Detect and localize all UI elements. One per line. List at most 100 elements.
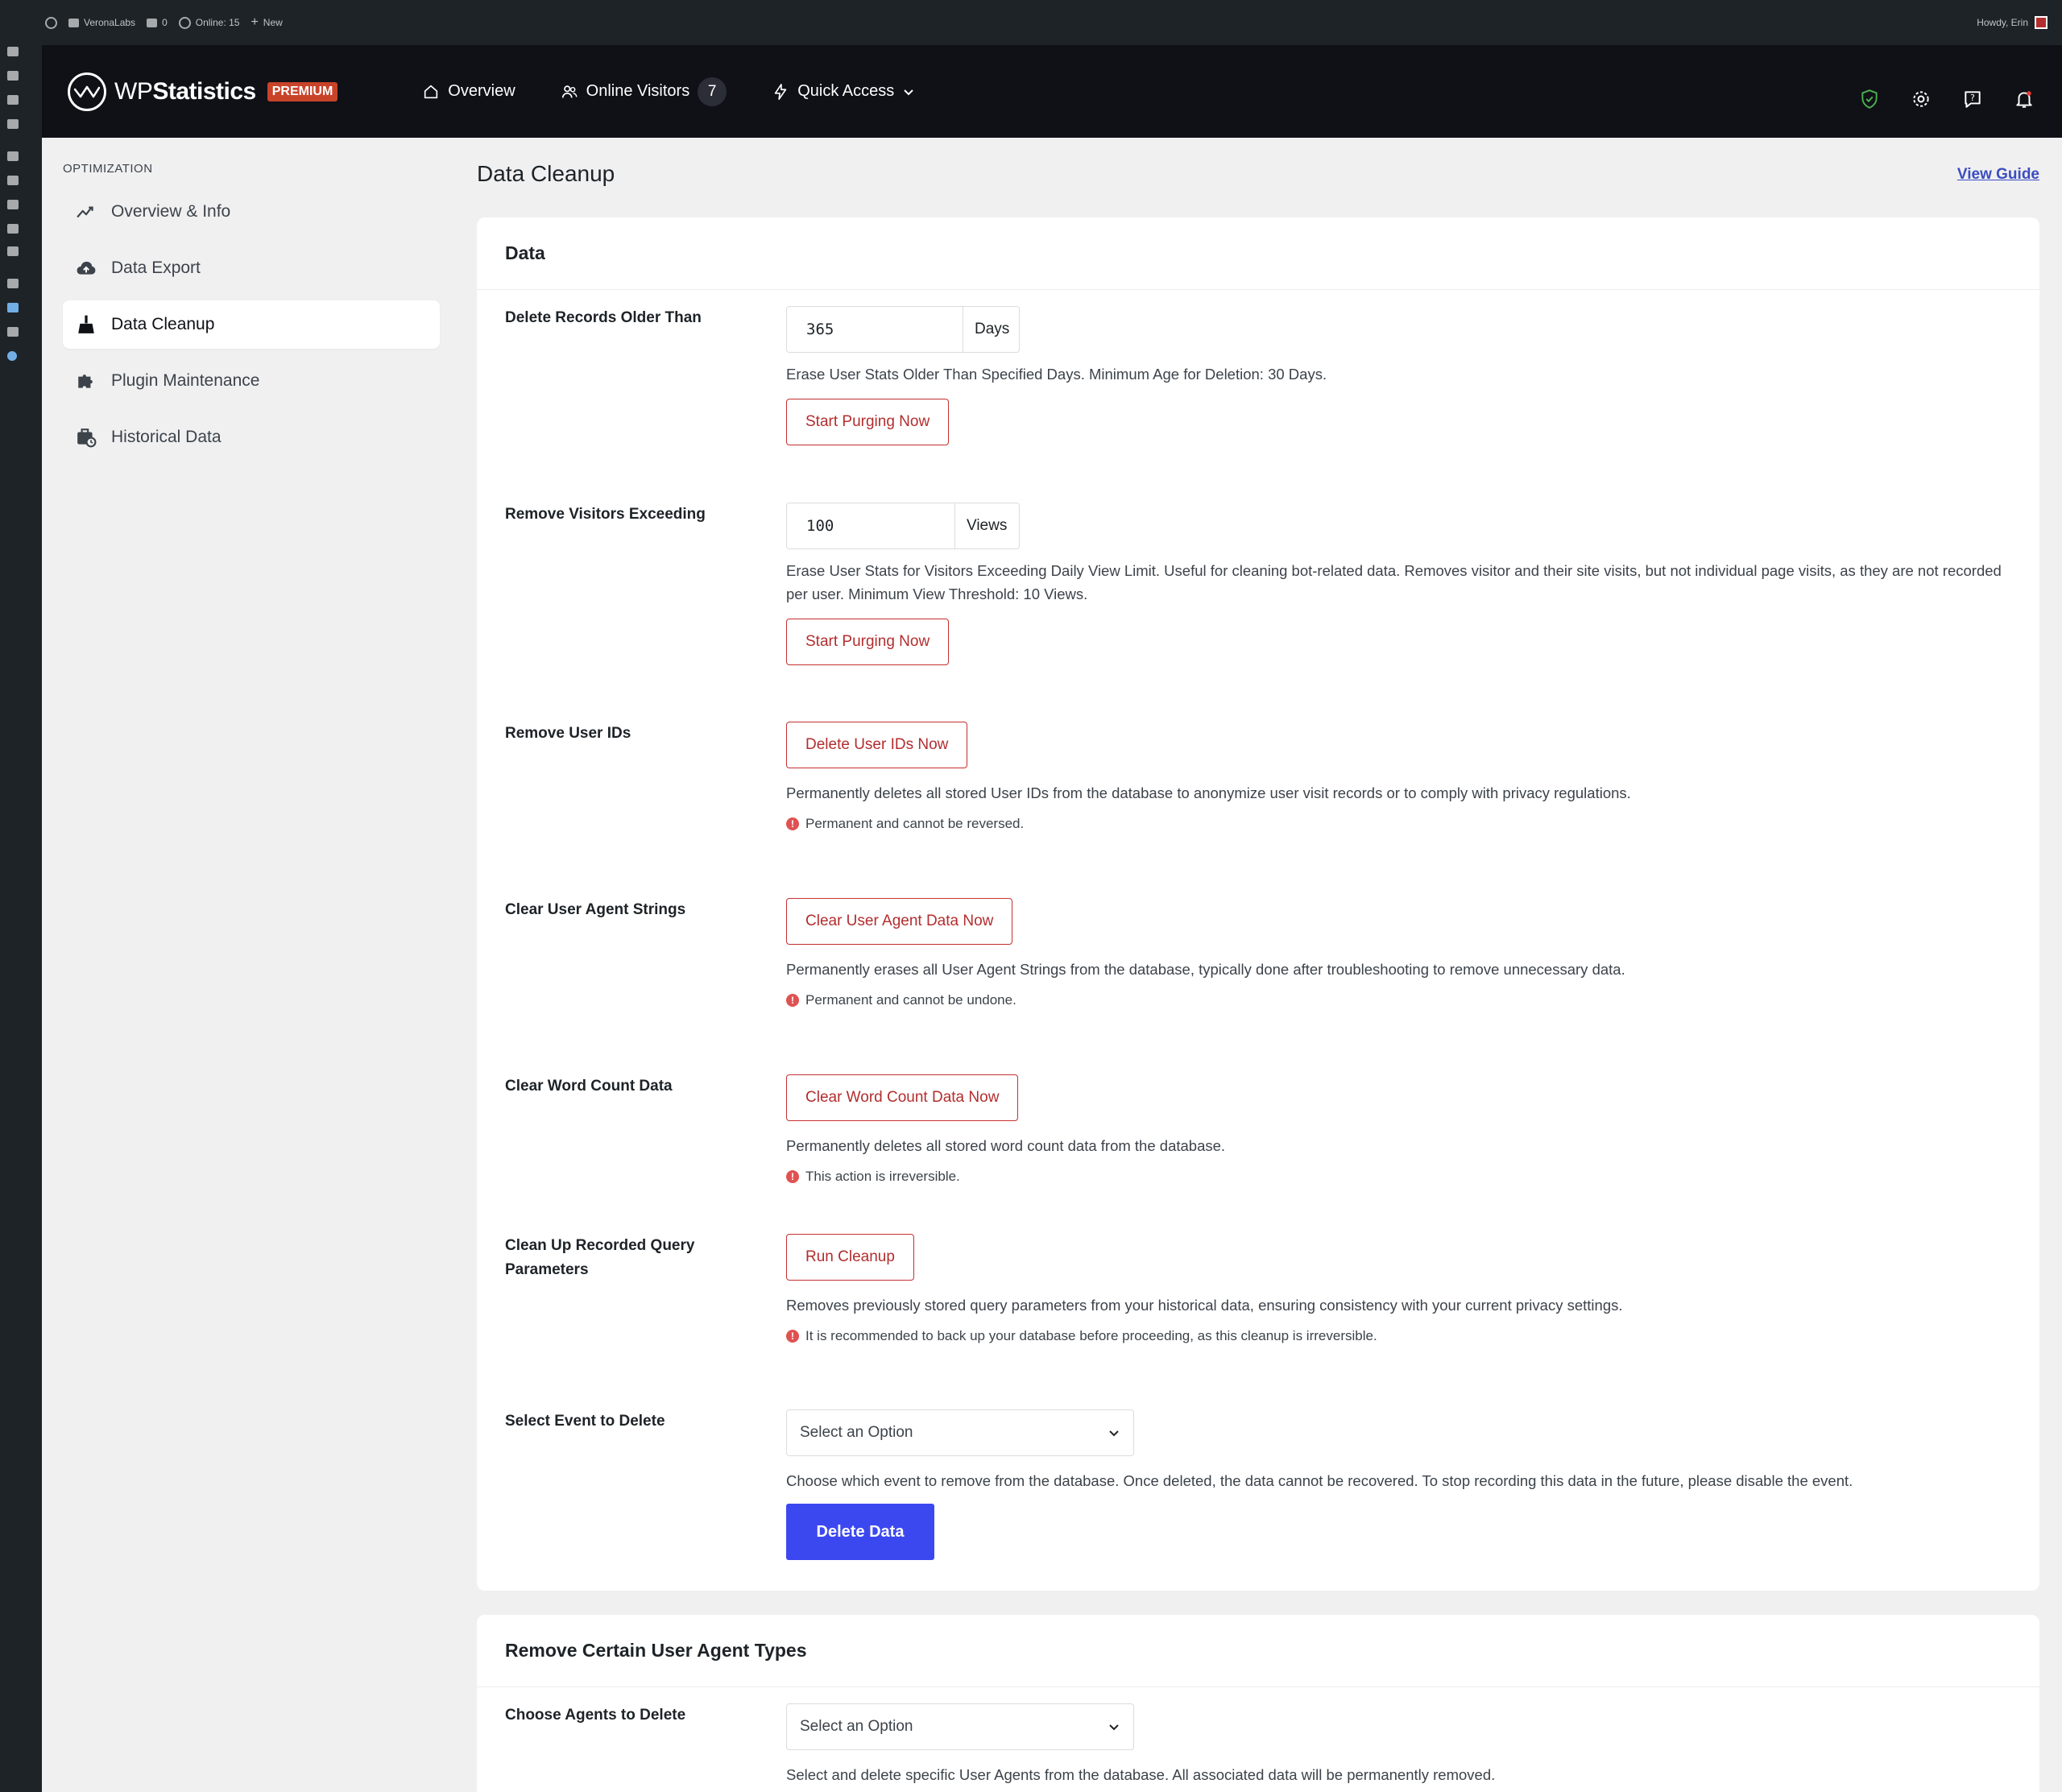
briefcase-clock-icon: [77, 428, 97, 448]
event-select[interactable]: Select an Option: [786, 1409, 1134, 1456]
chevron-down-icon: [1109, 1430, 1119, 1437]
remove-visitors-description: Erase User Stats for Visitors Exceeding …: [786, 562, 2002, 602]
remove-user-ids-warning: ! Permanent and cannot be reversed.: [786, 816, 2011, 832]
trend-icon: [77, 206, 93, 218]
agents-select[interactable]: Select an Option: [786, 1703, 1134, 1750]
broom-icon: [78, 315, 94, 333]
sidebar-item-plugin-maintenance[interactable]: Plugin Maintenance: [63, 357, 440, 405]
clear-user-agent-description: Permanently erases all User Agent String…: [786, 961, 1625, 978]
clear-user-agent-button[interactable]: Clear User Agent Data Now: [786, 898, 1013, 945]
gear-icon[interactable]: [1911, 89, 1932, 110]
alert-icon: !: [786, 1170, 799, 1183]
page-title: Data Cleanup: [477, 161, 615, 186]
users-icon[interactable]: [7, 200, 19, 209]
home-icon: [424, 85, 438, 98]
sidebar-item-overview-info[interactable]: Overview & Info: [63, 188, 440, 236]
run-cleanup-button[interactable]: Run Cleanup: [786, 1234, 914, 1281]
nav-quick-access[interactable]: Quick Access: [772, 82, 915, 101]
online-count-badge: 7: [698, 77, 727, 106]
nav-overview[interactable]: Overview: [422, 82, 516, 101]
account-item[interactable]: Howdy, Erin: [1977, 0, 2048, 45]
chevron-down-icon: [904, 89, 913, 95]
cloud-upload-icon: [77, 261, 96, 275]
days-input-group: Days: [786, 306, 1020, 353]
select-event-body: Select an Option Choose which event to r…: [786, 1409, 2011, 1560]
views-input-group: Views: [786, 503, 1020, 549]
alert-icon: !: [786, 994, 799, 1007]
query-params-description: Removes previously stored query paramete…: [786, 1297, 1623, 1314]
views-suffix: Views: [954, 503, 1018, 548]
header-icons: ?: [1859, 45, 2035, 138]
start-purging-views-button[interactable]: Start Purging Now: [786, 619, 950, 665]
agents-card: Remove Certain User Agent Types Choose A…: [477, 1615, 2039, 1792]
posts-icon[interactable]: [7, 47, 19, 56]
choose-agents-label: Choose Agents to Delete: [505, 1707, 686, 1724]
alert-icon: !: [786, 1330, 799, 1343]
delete-user-ids-button[interactable]: Delete User IDs Now: [786, 722, 968, 768]
pages-icon[interactable]: [7, 95, 19, 105]
remove-user-ids-description: Permanently deletes all stored User IDs …: [786, 784, 1631, 801]
statistics-menu-icon[interactable]: [7, 303, 19, 312]
new-item[interactable]: + New: [251, 15, 282, 30]
alert-icon: !: [786, 817, 799, 830]
optimization-sidebar: OPTIMIZATION Overview & Info Data Export…: [42, 138, 461, 1792]
select-event-label: Select Event to Delete: [505, 1413, 665, 1430]
media-icon[interactable]: [7, 71, 19, 81]
sidebar-item-data-export[interactable]: Data Export: [63, 244, 440, 292]
sidebar-item-historical-data[interactable]: Historical Data: [63, 413, 440, 461]
clear-word-count-description: Permanently deletes all stored word coun…: [786, 1137, 1226, 1154]
help-icon[interactable]: ?: [1962, 89, 1983, 110]
data-card-title: Data: [477, 217, 2039, 290]
clear-word-count-body: Clear Word Count Data Now Permanently de…: [786, 1074, 2011, 1185]
stats-icon: [178, 16, 191, 29]
tools-icon[interactable]: [7, 224, 19, 234]
choose-agents-body: Select an Option Select and delete speci…: [786, 1703, 2011, 1786]
site-name-item[interactable]: VeronaLabs: [68, 17, 135, 28]
bell-icon[interactable]: [2014, 89, 2035, 110]
plugins-icon[interactable]: [7, 176, 19, 185]
days-input[interactable]: [787, 307, 963, 352]
clear-word-count-warning: ! This action is irreversible.: [786, 1169, 2011, 1185]
clear-user-agent-warning: ! Permanent and cannot be undone.: [786, 992, 2011, 1008]
sidebar-item-data-cleanup[interactable]: Data Cleanup: [63, 300, 440, 349]
analytics-icon[interactable]: [7, 327, 19, 337]
plugin-circle-icon[interactable]: [7, 351, 17, 361]
wp-logo-item[interactable]: [45, 16, 57, 29]
wp-admin-bar: VeronaLabs 0 Online: 15 + New Howdy, Erin: [0, 0, 2062, 45]
appearance-icon[interactable]: [7, 151, 19, 161]
wp-admin-menu: [0, 0, 42, 1792]
delete-older-label: Delete Records Older Than: [505, 309, 702, 326]
comments-item[interactable]: 0: [147, 17, 168, 28]
clear-word-count-label: Clear Word Count Data: [505, 1078, 673, 1095]
query-params-body: Run Cleanup Removes previously stored qu…: [786, 1234, 2011, 1344]
brand-logo[interactable]: WPStatistics PREMIUM: [68, 72, 338, 111]
query-params-warning: ! It is recommended to back up your datab…: [786, 1328, 2011, 1344]
shield-check-icon[interactable]: [1859, 89, 1880, 110]
remove-visitors-label: Remove Visitors Exceeding: [505, 506, 706, 523]
brand-name: WPStatistics: [114, 77, 256, 105]
avatar: [2035, 16, 2048, 29]
puzzle-icon: [78, 375, 93, 388]
remove-user-ids-label: Remove User IDs: [505, 725, 631, 742]
delete-data-button[interactable]: Delete Data: [786, 1504, 934, 1560]
chevron-down-icon: [1109, 1724, 1119, 1731]
lightning-icon: [774, 83, 787, 100]
comments-icon[interactable]: [7, 119, 19, 129]
online-item[interactable]: Online: 15: [178, 16, 239, 29]
views-input[interactable]: [787, 503, 954, 548]
main-nav: Overview Online Visitors 7 Quick Access: [422, 77, 915, 106]
clear-user-agent-body: Clear User Agent Data Now Permanently er…: [786, 898, 2011, 1008]
nav-online-visitors[interactable]: Online Visitors 7: [561, 77, 727, 106]
comment-icon: [147, 18, 158, 27]
start-purging-days-button[interactable]: Start Purging Now: [786, 399, 950, 445]
logo-wave-icon: [68, 72, 106, 111]
mail-icon[interactable]: [7, 279, 19, 288]
select-event-description: Choose which event to remove from the da…: [786, 1472, 1853, 1489]
wordpress-icon: [45, 16, 57, 29]
data-card: Data Delete Records Older Than Days Eras…: [477, 217, 2039, 1591]
settings-icon[interactable]: [7, 246, 19, 256]
clear-word-count-button[interactable]: Clear Word Count Data Now: [786, 1074, 1019, 1121]
home-icon: [68, 18, 79, 27]
svg-text:?: ?: [1970, 93, 1975, 103]
view-guide-link[interactable]: View Guide: [1957, 166, 2039, 184]
